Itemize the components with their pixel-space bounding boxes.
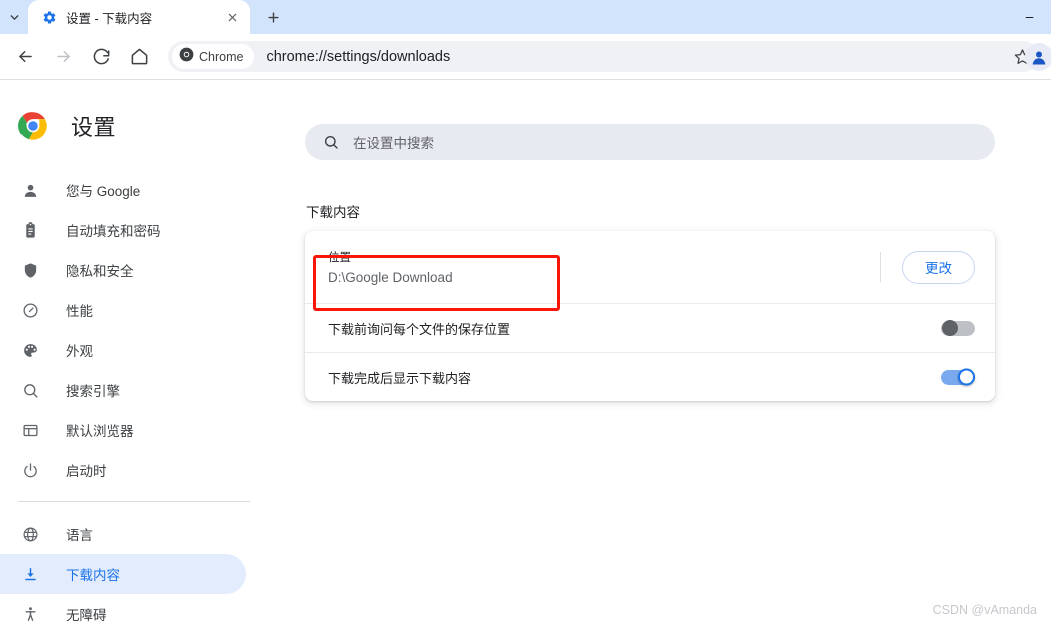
sidebar-item-default-browser[interactable]: 默认浏览器 xyxy=(0,410,246,450)
sidebar-item-search-engine[interactable]: 搜索引擎 xyxy=(0,370,246,410)
download-icon xyxy=(20,564,40,584)
speedometer-icon xyxy=(20,300,40,320)
sidebar-item-label: 启动时 xyxy=(66,464,107,479)
address-bar[interactable]: Chrome chrome://settings/downloads xyxy=(168,41,1051,72)
chrome-logo-icon xyxy=(179,47,194,67)
sidebar-item-label: 默认浏览器 xyxy=(66,424,134,439)
sidebar-item-autofill[interactable]: 自动填充和密码 xyxy=(0,210,246,250)
reload-icon[interactable] xyxy=(84,40,118,74)
settings-title: 设置 xyxy=(71,115,117,140)
forward-arrow-icon[interactable] xyxy=(46,40,80,74)
shield-icon xyxy=(20,260,40,280)
show-downloads-when-done-row[interactable]: 下载完成后显示下载内容 xyxy=(305,352,995,401)
sidebar-item-appearance[interactable]: 外观 xyxy=(0,330,246,370)
change-location-button[interactable]: 更改 xyxy=(902,250,975,284)
ask-save-location-label: 下载前询问每个文件的保存位置 xyxy=(328,321,511,337)
search-icon xyxy=(20,380,40,400)
tab-search-chevron-down-icon[interactable] xyxy=(0,0,28,34)
show-downloads-when-done-label: 下载完成后显示下载内容 xyxy=(328,370,472,386)
sidebar-divider xyxy=(18,501,250,502)
toggle-knob xyxy=(958,368,975,386)
toggle-knob xyxy=(942,320,958,336)
downloads-settings-card: 位置 D:\Google Download 更改 下载前询问每个文件的保存位置 … xyxy=(305,231,995,401)
download-location-value: D:\Google Download xyxy=(328,270,453,285)
ask-save-location-toggle[interactable] xyxy=(941,320,975,336)
settings-main: 在设置中搜索 下载内容 位置 D:\Google Download 更改 下载前… xyxy=(280,80,1051,625)
sidebar-item-label: 下载内容 xyxy=(66,568,120,583)
settings-gear-icon xyxy=(41,9,57,25)
accessibility-icon xyxy=(20,604,40,624)
sidebar-item-label: 隐私和安全 xyxy=(66,264,134,279)
sidebar-item-accessibility[interactable]: 无障碍 xyxy=(0,594,246,634)
row-divider xyxy=(880,252,881,282)
browser-toolbar: Chrome chrome://settings/downloads xyxy=(0,34,1051,79)
tab-title: 设置 - 下载内容 xyxy=(66,11,153,26)
search-icon xyxy=(322,133,340,151)
address-bar-url: chrome://settings/downloads xyxy=(266,48,451,65)
search-placeholder: 在设置中搜索 xyxy=(353,136,434,151)
minimize-button[interactable] xyxy=(1007,0,1051,34)
chrome-chip-label: Chrome xyxy=(199,49,244,64)
close-icon[interactable] xyxy=(222,7,242,27)
sidebar-item-you-and-google[interactable]: 您与 Google xyxy=(0,170,246,210)
palette-icon xyxy=(20,340,40,360)
settings-brand: 设置 xyxy=(0,104,280,148)
sidebar-item-privacy-security[interactable]: 隐私和安全 xyxy=(0,250,246,290)
download-location-label: 位置 xyxy=(328,252,351,264)
browser-window-icon xyxy=(20,420,40,440)
settings-page: 设置 您与 Google 自动填充和密码 隐私和安全 性能 外观 搜索引擎 默认… xyxy=(0,79,1051,624)
person-icon xyxy=(20,180,40,200)
sidebar-item-label: 您与 Google xyxy=(66,184,141,199)
chrome-origin-chip[interactable]: Chrome xyxy=(172,44,255,69)
chrome-logo xyxy=(18,111,48,141)
sidebar-item-downloads[interactable]: 下载内容 xyxy=(0,554,246,594)
sidebar-item-label: 搜索引擎 xyxy=(66,384,120,399)
window-controls xyxy=(1007,0,1051,34)
clipboard-icon xyxy=(20,220,40,240)
sidebar-item-label: 无障碍 xyxy=(66,608,107,623)
ask-save-location-row[interactable]: 下载前询问每个文件的保存位置 xyxy=(305,303,995,352)
settings-sidebar: 设置 您与 Google 自动填充和密码 隐私和安全 性能 外观 搜索引擎 默认… xyxy=(0,80,280,625)
power-icon xyxy=(20,460,40,480)
sidebar-item-label: 外观 xyxy=(66,344,93,359)
download-location-row: 位置 D:\Google Download 更改 xyxy=(305,231,995,303)
sidebar-item-performance[interactable]: 性能 xyxy=(0,290,246,330)
sidebar-item-languages[interactable]: 语言 xyxy=(0,514,246,554)
tab-strip: 设置 - 下载内容 xyxy=(0,0,1051,34)
search-input[interactable]: 在设置中搜索 xyxy=(305,124,995,160)
sidebar-item-on-startup[interactable]: 启动时 xyxy=(0,450,246,490)
globe-icon xyxy=(20,524,40,544)
watermark: CSDN @vAmanda xyxy=(932,603,1037,617)
page-title: 下载内容 xyxy=(306,205,360,220)
sidebar-item-label: 语言 xyxy=(66,528,93,543)
home-icon[interactable] xyxy=(122,40,156,74)
sidebar-item-label: 自动填充和密码 xyxy=(66,224,161,239)
download-location-text: 位置 D:\Google Download xyxy=(328,249,880,285)
back-arrow-icon[interactable] xyxy=(8,40,42,74)
show-downloads-when-done-toggle[interactable] xyxy=(941,368,975,386)
profile-avatar-icon[interactable] xyxy=(1025,42,1051,71)
browser-tab[interactable]: 设置 - 下载内容 xyxy=(28,0,250,34)
sidebar-item-label: 性能 xyxy=(66,304,93,319)
new-tab-button[interactable] xyxy=(259,3,287,31)
